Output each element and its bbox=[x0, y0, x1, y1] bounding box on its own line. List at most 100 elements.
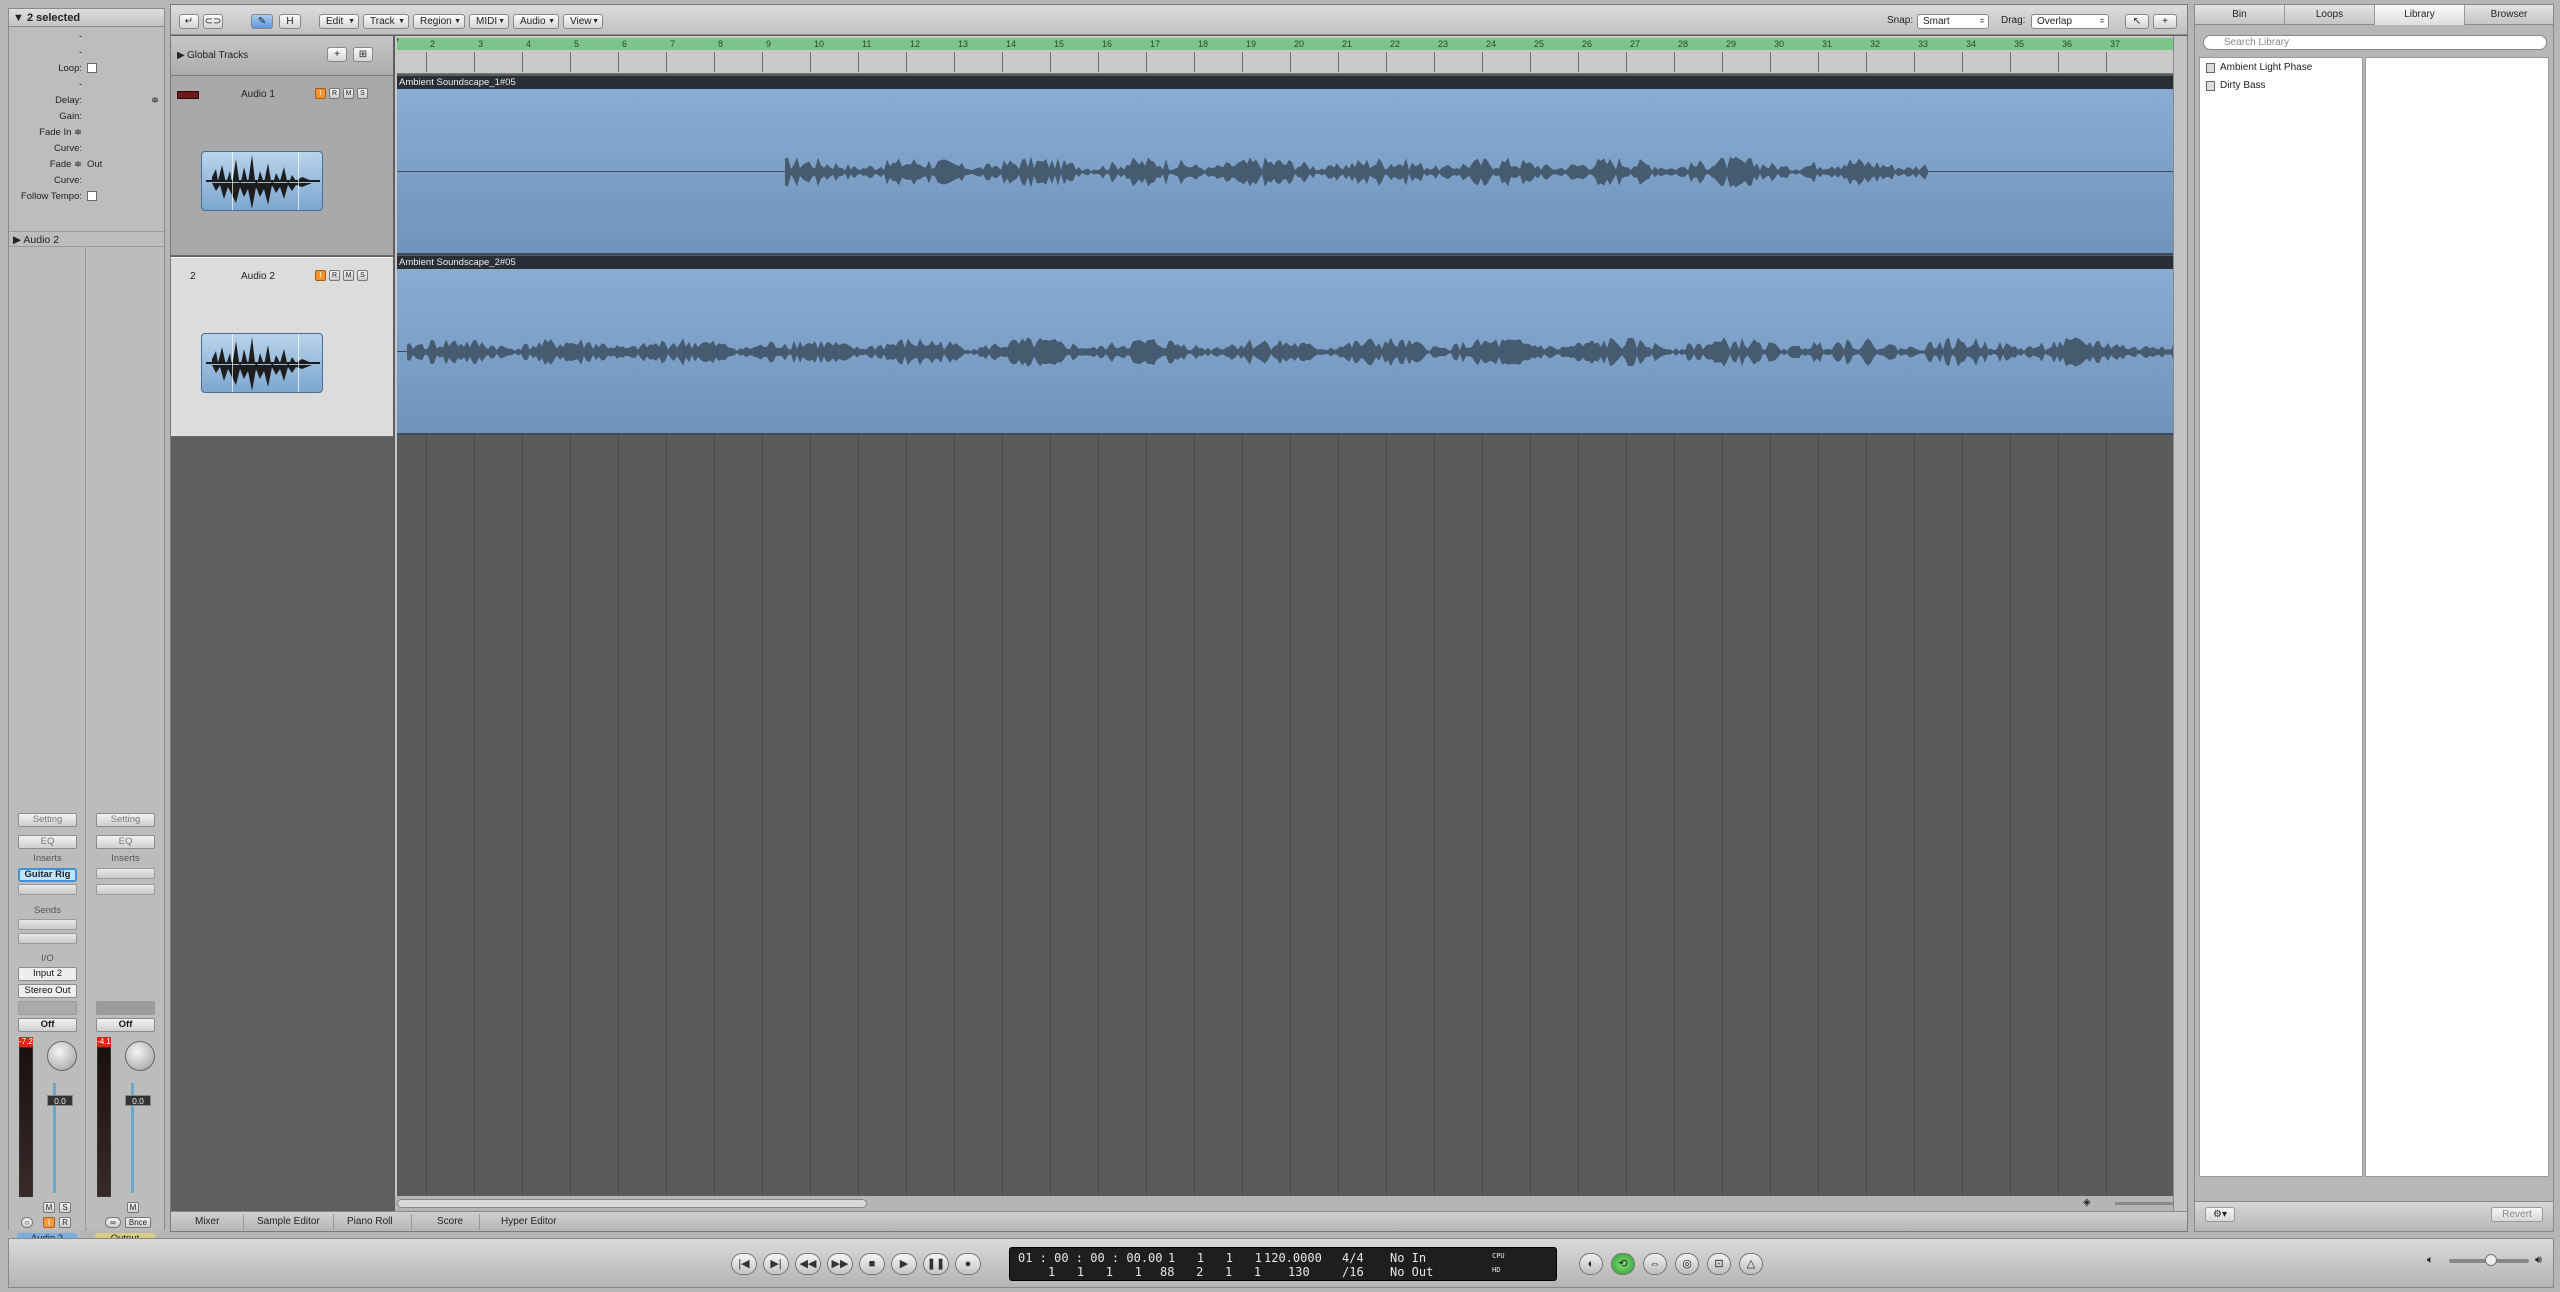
eq-button[interactable]: EQ bbox=[96, 835, 155, 849]
region-title[interactable]: Ambient Soundscape_1#05 bbox=[395, 76, 2187, 89]
zoom-slider[interactable] bbox=[2115, 1202, 2175, 1205]
tab-piano-roll[interactable]: Piano Roll bbox=[347, 1216, 393, 1227]
tab-hyper-editor[interactable]: Hyper Editor bbox=[501, 1216, 557, 1227]
inspector-row-fade-in[interactable]: Fade In ≑ bbox=[9, 125, 164, 141]
link-icon[interactable]: ⊂⊃ bbox=[203, 14, 223, 29]
metronome-icon[interactable]: △ bbox=[1739, 1253, 1763, 1275]
tab-bin[interactable]: Bin bbox=[2195, 5, 2285, 25]
disclosure-triangle-icon[interactable]: ▶ bbox=[13, 234, 21, 246]
track-header[interactable]: 2 Audio 2 IRMS bbox=[171, 257, 393, 437]
drag-popup[interactable]: Overlap ≑ bbox=[2031, 14, 2109, 29]
go-to-start-icon[interactable]: |◀ bbox=[731, 1253, 757, 1275]
mute-button[interactable]: M bbox=[343, 88, 354, 99]
solo-mode-icon[interactable]: ◎ bbox=[1675, 1253, 1699, 1275]
audio-menu[interactable]: Audio ▼ bbox=[513, 14, 559, 29]
automation-mode-button[interactable]: Off bbox=[18, 1018, 77, 1032]
library-search-input[interactable]: Search Library bbox=[2203, 35, 2547, 50]
automation-mode-button[interactable]: Off bbox=[96, 1018, 155, 1032]
bar-ruler[interactable]: 2 3 4 5 6 7 8 9 10 11 12 13 14 15 16 17 18 19 20 21 22 23 24 25… bbox=[395, 36, 2187, 74]
record-enable-button[interactable]: R bbox=[329, 88, 340, 99]
record-icon[interactable]: ● bbox=[955, 1253, 981, 1275]
arrange-area[interactable]: 2 3 4 5 6 7 8 9 10 11 12 13 14 15 16 17 18 19 20 21 22 23 24 25… bbox=[395, 36, 2187, 1211]
input-monitor-button[interactable]: I bbox=[43, 1217, 55, 1228]
catch-icon[interactable]: ↵ bbox=[179, 14, 199, 29]
tab-library[interactable]: Library bbox=[2375, 5, 2465, 25]
insert-slot[interactable] bbox=[18, 884, 77, 895]
sync-icon[interactable]: ⊡ bbox=[1707, 1253, 1731, 1275]
track-parameters-header[interactable]: ▶ Audio 2 bbox=[9, 231, 164, 247]
guitar-rig-plugin-slot[interactable]: Guitar Rig bbox=[18, 868, 77, 882]
stop-icon[interactable]: ■ bbox=[859, 1253, 885, 1275]
autopunch-icon[interactable]: ⇔ bbox=[1643, 1253, 1667, 1275]
link-icon[interactable]: ∞ bbox=[105, 1217, 121, 1228]
setting-button[interactable]: Setting bbox=[96, 813, 155, 827]
inspector-row-curve[interactable]: Curve: bbox=[9, 173, 164, 189]
track-name[interactable]: Audio 1 bbox=[241, 89, 275, 100]
record-enable-icon[interactable]: ○ bbox=[21, 1217, 33, 1228]
fade-type-value[interactable]: Out bbox=[87, 157, 102, 173]
input-monitor-button[interactable]: I bbox=[315, 270, 326, 281]
snap-popup[interactable]: Smart ≑ bbox=[1917, 14, 1989, 29]
pause-icon[interactable]: ❚❚ bbox=[923, 1253, 949, 1275]
horizontal-scrollbar[interactable]: ◈ bbox=[395, 1196, 2187, 1211]
zoom-icon[interactable]: ◈ bbox=[2083, 1197, 2091, 1208]
insert-slot[interactable] bbox=[96, 868, 155, 879]
pointer-tool-icon[interactable]: ↖ bbox=[2125, 14, 2149, 29]
edit-menu[interactable]: Edit ▼ bbox=[319, 14, 359, 29]
solo-button[interactable]: S bbox=[357, 270, 368, 281]
loop-checkbox[interactable] bbox=[87, 63, 97, 74]
group-slot[interactable] bbox=[18, 1001, 77, 1015]
duplicate-track-icon[interactable]: ⊞ bbox=[353, 47, 373, 62]
inspector-header[interactable]: ▼ 2 selected bbox=[9, 9, 164, 27]
pan-knob[interactable] bbox=[47, 1041, 77, 1071]
master-volume-handle[interactable] bbox=[2485, 1254, 2497, 1266]
disclosure-triangle-icon[interactable]: ▶ bbox=[177, 50, 185, 61]
global-tracks-header[interactable]: ▶ Global Tracks + ⊞ bbox=[171, 36, 393, 76]
group-slot[interactable] bbox=[96, 1001, 155, 1015]
mute-button[interactable]: M bbox=[43, 1202, 55, 1213]
setting-button[interactable]: Setting bbox=[18, 813, 77, 827]
solo-button[interactable]: S bbox=[357, 88, 368, 99]
audio-region[interactable] bbox=[395, 269, 2187, 435]
replace-mode-icon[interactable]: ◐ bbox=[1579, 1253, 1603, 1275]
cycle-icon[interactable]: ⟲ bbox=[1611, 1253, 1635, 1275]
region-title[interactable]: Ambient Soundscape_2#05 bbox=[395, 256, 2187, 269]
midi-menu[interactable]: MIDI ▼ bbox=[469, 14, 509, 29]
vertical-scrollbar[interactable] bbox=[2173, 36, 2187, 1211]
gear-icon[interactable]: ⚙▾ bbox=[2205, 1207, 2235, 1222]
inspector-row-fade[interactable]: Fade ≑ Out bbox=[9, 157, 164, 173]
output-selector[interactable]: Stereo Out bbox=[18, 984, 77, 998]
disclosure-triangle-icon[interactable]: ▼ bbox=[13, 12, 24, 24]
go-to-end-icon[interactable]: ▶| bbox=[763, 1253, 789, 1275]
pan-knob[interactable] bbox=[125, 1041, 155, 1071]
rewind-icon[interactable]: ◀◀ bbox=[795, 1253, 821, 1275]
play-icon[interactable]: ▶ bbox=[891, 1253, 917, 1275]
follow-tempo-checkbox[interactable] bbox=[87, 191, 97, 202]
tab-loops[interactable]: Loops bbox=[2285, 5, 2375, 25]
record-button[interactable]: R bbox=[59, 1217, 71, 1228]
mute-button[interactable]: M bbox=[343, 270, 354, 281]
crosshair-tool-icon[interactable]: + bbox=[2153, 14, 2177, 29]
add-track-icon[interactable]: + bbox=[327, 47, 347, 62]
list-item[interactable]: Dirty Bass bbox=[2200, 78, 2362, 94]
inspector-row-delay[interactable]: Delay: ≑ bbox=[9, 93, 164, 109]
mute-button[interactable]: M bbox=[127, 1202, 139, 1213]
track-name[interactable]: Audio 2 bbox=[241, 271, 275, 282]
stepper-icon[interactable]: ≑ bbox=[151, 93, 159, 109]
track-menu[interactable]: Track ▼ bbox=[363, 14, 409, 29]
scrollbar-thumb[interactable] bbox=[397, 1199, 867, 1208]
fast-forward-icon[interactable]: ▶▶ bbox=[827, 1253, 853, 1275]
audio-region[interactable] bbox=[395, 89, 2187, 255]
send-slot[interactable] bbox=[18, 919, 77, 930]
insert-slot[interactable] bbox=[96, 884, 155, 895]
transport-display[interactable]: 01 : 00 : 00 : 00.00 1 1 1 1 1 1 1 1 88 … bbox=[1009, 1247, 1557, 1281]
revert-button[interactable]: Revert bbox=[2491, 1207, 2543, 1222]
inspector-row-gain[interactable]: Gain: bbox=[9, 109, 164, 125]
inspector-row-curve[interactable]: Curve: bbox=[9, 141, 164, 157]
tab-score[interactable]: Score bbox=[437, 1216, 463, 1227]
input-monitor-button[interactable]: I bbox=[315, 88, 326, 99]
tab-browser[interactable]: Browser bbox=[2465, 5, 2553, 25]
record-enable-button[interactable]: R bbox=[329, 270, 340, 281]
list-item[interactable]: Ambient Light Phase bbox=[2200, 60, 2362, 76]
pencil-tool-icon[interactable]: ✎ bbox=[251, 14, 273, 29]
